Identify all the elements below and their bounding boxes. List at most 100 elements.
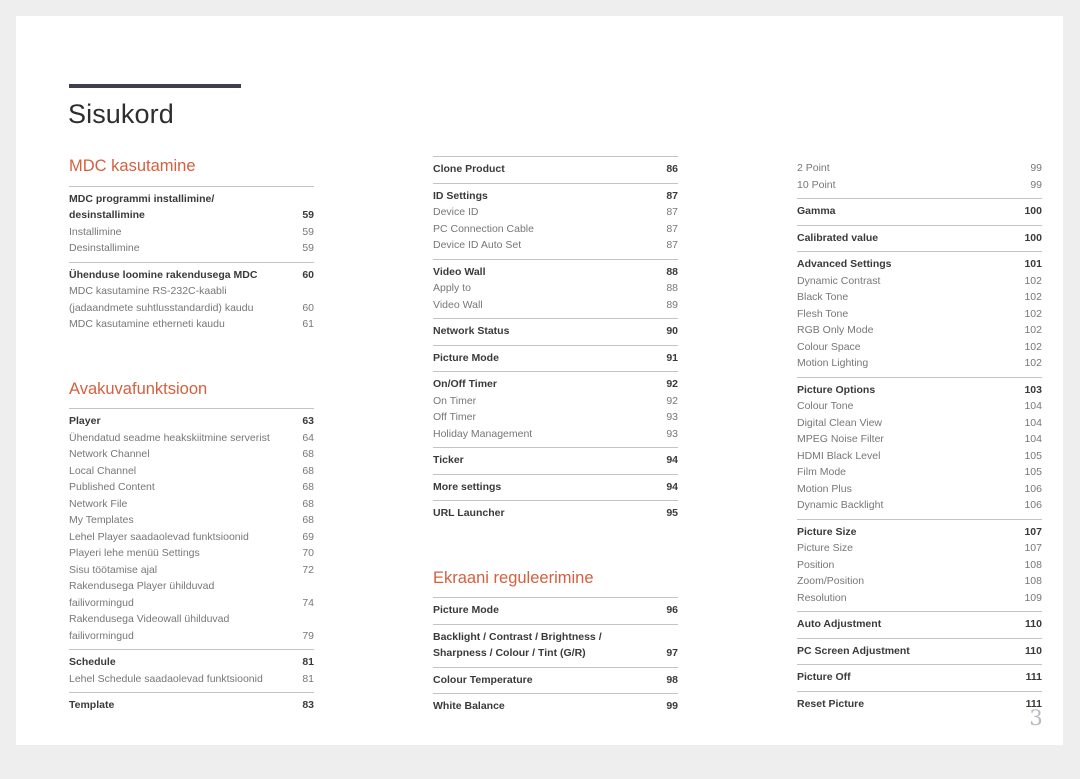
toc-entry[interactable]: Black Tone 102 <box>797 289 1042 306</box>
toc-entry[interactable]: Playeri lehe menüü Settings 70 <box>69 545 314 562</box>
toc-entry-page-number: 87 <box>666 222 678 235</box>
toc-entry-label: Colour Space <box>797 340 861 353</box>
toc-entry[interactable]: Dynamic Backlight 106 <box>797 497 1042 514</box>
toc-entry[interactable]: Ühendatud seadme heakskiitmine serverist… <box>69 430 314 447</box>
toc-group: Calibrated value 100 <box>797 224 1042 252</box>
toc-entry[interactable]: Network Channel 68 <box>69 446 314 463</box>
toc-entry-page-number: 87 <box>666 189 678 202</box>
toc-entry[interactable]: MDC programmi installimine/ desinstallim… <box>69 191 314 224</box>
toc-entry[interactable]: Zoom/Position 108 <box>797 573 1042 590</box>
toc-entry[interactable]: Picture Options 103 <box>797 382 1042 399</box>
toc-entry-label: Schedule <box>69 656 116 669</box>
toc-entry[interactable]: My Templates 68 <box>69 512 314 529</box>
toc-entry[interactable]: On/Off Timer 92 <box>433 376 678 393</box>
toc-entry[interactable]: Flesh Tone 102 <box>797 306 1042 323</box>
toc-entry-page-number: 79 <box>302 629 314 642</box>
toc-entry-page-number: 102 <box>1024 307 1042 320</box>
folio-page-number: 3 <box>1029 706 1043 730</box>
toc-entry[interactable]: Position 108 <box>797 557 1042 574</box>
toc-entry-label: Colour Temperature <box>433 673 533 686</box>
toc-entry[interactable]: Backlight / Contrast / Brightness / Shar… <box>433 629 678 662</box>
toc-entry[interactable]: Reset Picture 111 <box>797 696 1042 713</box>
toc-entry-label: Gamma <box>797 205 836 217</box>
toc-entry[interactable]: On Timer 92 <box>433 393 678 410</box>
toc-entry-label: Device ID <box>433 206 479 218</box>
toc-entry-label: Template <box>69 699 115 712</box>
toc-entry[interactable]: Installimine 59 <box>69 224 314 241</box>
toc-entry-page-number: 68 <box>302 481 314 494</box>
toc-entry[interactable]: Picture Size 107 <box>797 540 1042 557</box>
toc-entry[interactable]: Colour Space 102 <box>797 339 1042 356</box>
toc-entry[interactable]: Picture Mode 96 <box>433 602 678 619</box>
toc-entry[interactable]: More settings 94 <box>433 479 678 496</box>
toc-entry[interactable]: 2 Point 99 <box>797 160 1042 177</box>
toc-entry-page-number: 59 <box>302 209 314 222</box>
toc-entry-page-number: 96 <box>666 604 678 617</box>
toc-entry-page-number: 98 <box>666 673 678 686</box>
toc-entry[interactable]: Template 83 <box>69 697 314 714</box>
toc-entry[interactable]: Rakendusega Player ühilduvad failivormin… <box>69 578 314 611</box>
toc-entry-page-number: 59 <box>302 242 314 255</box>
toc-entry[interactable]: Desinstallimine 59 <box>69 240 314 257</box>
toc-entry[interactable]: Device ID 87 <box>433 204 678 221</box>
toc-entry[interactable]: RGB Only Mode 102 <box>797 322 1042 339</box>
toc-entry[interactable]: PC Connection Cable 87 <box>433 221 678 238</box>
toc-entry-label: Digital Clean View <box>797 416 883 429</box>
toc-column-2: Clone Product 86 ID Settings 87 Device ID 87 P… <box>433 156 678 720</box>
toc-entry[interactable]: Player 63 <box>69 413 314 430</box>
toc-entry[interactable]: Holiday Management 93 <box>433 426 678 443</box>
toc-entry-label: Playeri lehe menüü Settings <box>69 547 200 560</box>
toc-entry[interactable]: Picture Mode 91 <box>433 350 678 367</box>
toc-entry[interactable]: Resolution 109 <box>797 590 1042 607</box>
toc-entry[interactable]: MPEG Noise Filter 104 <box>797 431 1042 448</box>
toc-entry[interactable]: Off Timer 93 <box>433 409 678 426</box>
toc-entry[interactable]: Lehel Schedule saadaolevad funktsioonid 8… <box>69 671 314 688</box>
toc-entry[interactable]: Video Wall 88 <box>433 264 678 281</box>
toc-entry[interactable]: Picture Off 111 <box>797 669 1042 686</box>
toc-entry[interactable]: Ticker 94 <box>433 452 678 469</box>
toc-group: Picture Mode 91 <box>433 344 678 372</box>
toc-entry[interactable]: Sisu töötamise ajal 72 <box>69 562 314 579</box>
toc-entry[interactable]: Local Channel 68 <box>69 463 314 480</box>
toc-entry[interactable]: URL Launcher 95 <box>433 505 678 522</box>
toc-entry[interactable]: Rakendusega Videowall ühilduvad failivor… <box>69 611 314 644</box>
toc-entry[interactable]: Picture Size 107 <box>797 524 1042 541</box>
toc-entry[interactable]: Lehel Player saadaolevad funktsioonid 69 <box>69 529 314 546</box>
toc-entry-page-number: 74 <box>302 596 314 609</box>
toc-entry[interactable]: Network Status 90 <box>433 323 678 340</box>
toc-entry-page-number: 83 <box>302 699 314 712</box>
toc-entry[interactable]: Published Content 68 <box>69 479 314 496</box>
toc-entry[interactable]: Colour Tone 104 <box>797 398 1042 415</box>
toc-entry[interactable]: Gamma 100 <box>797 203 1042 220</box>
toc-entry[interactable]: Advanced Settings 101 <box>797 256 1042 273</box>
toc-entry[interactable]: Film Mode 105 <box>797 464 1042 481</box>
toc-entry[interactable]: Dynamic Contrast 102 <box>797 273 1042 290</box>
toc-entry-label: Lehel Player saadaolevad funktsioonid <box>69 530 249 543</box>
toc-entry-label: Player <box>69 415 101 428</box>
toc-entry[interactable]: Video Wall 89 <box>433 297 678 314</box>
toc-entry[interactable]: Digital Clean View 104 <box>797 415 1042 432</box>
toc-entry[interactable]: MDC kasutamine RS-232C-kaabli (jadaandme… <box>69 283 314 316</box>
toc-entry[interactable]: Device ID Auto Set 87 <box>433 237 678 254</box>
toc-entry[interactable]: Motion Lighting 102 <box>797 355 1042 372</box>
toc-entry[interactable]: PC Screen Adjustment 110 <box>797 643 1042 660</box>
toc-entry[interactable]: Network File 68 <box>69 496 314 513</box>
toc-entry[interactable]: Ühenduse loomine rakendusega MDC 60 <box>69 267 314 284</box>
toc-entry[interactable]: White Balance 99 <box>433 698 678 715</box>
toc-entry[interactable]: HDMI Black Level 105 <box>797 448 1042 465</box>
toc-entry[interactable]: 10 Point 99 <box>797 177 1042 194</box>
toc-entry-label: Ühenduse loomine rakendusega MDC <box>69 268 258 281</box>
toc-entry-page-number: 92 <box>666 394 678 407</box>
toc-entry[interactable]: Colour Temperature 98 <box>433 672 678 689</box>
toc-entry-label: Motion Plus <box>797 482 852 495</box>
toc-entry[interactable]: Motion Plus 106 <box>797 481 1042 498</box>
toc-entry[interactable]: Schedule 81 <box>69 654 314 671</box>
toc-entry[interactable]: MDC kasutamine etherneti kaudu 61 <box>69 316 314 333</box>
toc-entry[interactable]: Auto Adjustment 110 <box>797 616 1042 633</box>
toc-entry[interactable]: Clone Product 86 <box>433 161 678 178</box>
toc-entry-page-number: 104 <box>1024 416 1042 429</box>
toc-entry[interactable]: Apply to 88 <box>433 280 678 297</box>
toc-entry[interactable]: ID Settings 87 <box>433 188 678 205</box>
toc-entry-label: Dynamic Contrast <box>797 274 881 287</box>
toc-entry[interactable]: Calibrated value 100 <box>797 230 1042 247</box>
